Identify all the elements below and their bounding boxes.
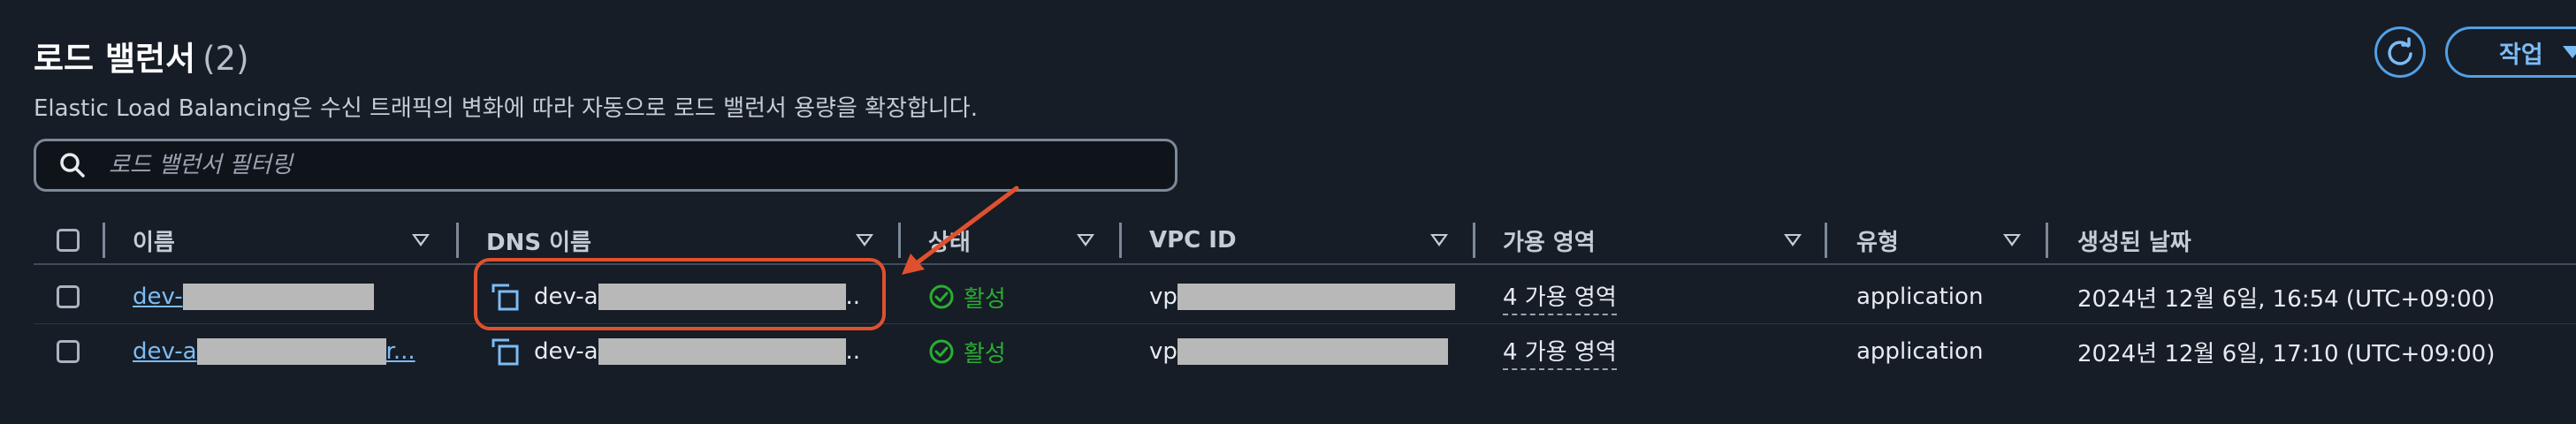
az-popover-trigger[interactable]: 4 가용 영역: [1503, 332, 1617, 371]
column-divider[interactable]: [1473, 223, 1475, 258]
dns-name-text: dev-a: [534, 338, 598, 365]
column-label: DNS 이름: [486, 229, 591, 256]
lb-name-link[interactable]: dev-a r...: [133, 332, 415, 371]
redacted-block: [1177, 284, 1455, 310]
sort-icon: [412, 234, 430, 246]
column-divider[interactable]: [103, 223, 105, 258]
check-circle-icon: [929, 284, 954, 309]
dns-name-cell: dev-a..: [490, 332, 860, 371]
column-header-vpc[interactable]: VPC ID: [1149, 217, 1237, 263]
select-all-checkbox[interactable]: [57, 229, 80, 252]
column-label: 유형: [1856, 229, 1899, 256]
column-header-name[interactable]: 이름: [133, 217, 175, 263]
vpc-id-cell: vp: [1149, 277, 1455, 316]
truncation-mark[interactable]: r...: [386, 338, 415, 365]
column-label: 생성된 날짜: [2077, 229, 2191, 256]
refresh-icon: [2388, 37, 2412, 65]
az-text[interactable]: 4 가용 영역: [1503, 279, 1617, 315]
sort-vpc-button[interactable]: [1430, 217, 1448, 263]
column-label: 이름: [133, 229, 175, 256]
created-date-cell: 2024년 12월 6일, 17:10 (UTC+09:00): [2077, 340, 2496, 367]
column-label: 가용 영역: [1503, 229, 1596, 256]
column-header-created[interactable]: 생성된 날짜: [2077, 217, 2191, 263]
actions-label: 작업: [2499, 41, 2543, 69]
refresh-button[interactable]: [2374, 26, 2426, 78]
redacted-block: [1177, 338, 1448, 365]
vpc-id-text: vp: [1149, 338, 1177, 365]
column-header-type[interactable]: 유형: [1856, 217, 1899, 263]
az-text[interactable]: 4 가용 영역: [1503, 334, 1617, 370]
sort-dns-button[interactable]: [856, 217, 873, 263]
column-divider[interactable]: [2046, 223, 2048, 258]
column-label: VPC ID: [1149, 227, 1237, 254]
row-checkbox[interactable]: [57, 340, 80, 363]
item-count: (2): [202, 40, 249, 78]
sort-name-button[interactable]: [412, 217, 430, 263]
column-header-dns[interactable]: DNS 이름: [486, 217, 591, 263]
row-checkbox-cell[interactable]: [57, 277, 80, 316]
annotation-highlight-box: [474, 258, 886, 330]
lb-name-text[interactable]: dev-: [133, 284, 183, 310]
redacted-block: [196, 338, 386, 365]
created-date-cell: 2024년 12월 6일, 16:54 (UTC+09:00): [2077, 285, 2496, 313]
check-circle-icon: [929, 339, 954, 364]
column-header-az[interactable]: 가용 영역: [1503, 217, 1596, 263]
row-checkbox[interactable]: [57, 285, 80, 308]
redacted-block: [598, 338, 846, 365]
type-cell: application: [1856, 284, 1984, 310]
caret-down-icon: [2562, 46, 2576, 58]
lb-name-text[interactable]: dev-a: [133, 338, 197, 365]
actions-dropdown-button[interactable]: 작업: [2445, 26, 2576, 78]
page-title-text: 로드 밸런서: [34, 40, 196, 78]
redacted-block: [182, 284, 374, 310]
sort-type-button[interactable]: [2003, 217, 2021, 263]
select-all-checkbox-cell[interactable]: [57, 217, 80, 263]
sort-icon: [1077, 234, 1094, 246]
page-title: 로드 밸런서 (2): [34, 32, 249, 80]
status-badge: 활성: [928, 332, 1006, 371]
column-divider[interactable]: [1825, 223, 1827, 258]
vpc-id-text: vp: [1149, 284, 1177, 310]
column-divider[interactable]: [1119, 223, 1122, 258]
annotation-arrow-icon: [902, 186, 1019, 275]
search-icon: [60, 153, 85, 178]
az-popover-trigger[interactable]: 4 가용 영역: [1503, 277, 1617, 316]
row-checkbox-cell[interactable]: [57, 332, 80, 371]
sort-icon: [2003, 234, 2021, 246]
type-cell: application: [1856, 338, 1984, 365]
page-description: Elastic Load Balancing은 수신 트래픽의 변화에 따라 자…: [34, 95, 978, 122]
row-divider: [34, 323, 2576, 324]
sort-icon: [1784, 234, 1802, 246]
column-divider[interactable]: [456, 223, 459, 258]
truncation-mark: ..: [845, 338, 861, 365]
sort-az-button[interactable]: [1784, 217, 1802, 263]
vpc-id-cell: vp: [1149, 332, 1448, 371]
lb-name-link[interactable]: dev-: [133, 277, 374, 316]
copy-icon[interactable]: [490, 337, 520, 367]
status-text: 활성: [964, 340, 1006, 367]
sort-icon: [856, 234, 873, 246]
sort-status-button[interactable]: [1077, 217, 1094, 263]
sort-icon: [1430, 234, 1448, 246]
